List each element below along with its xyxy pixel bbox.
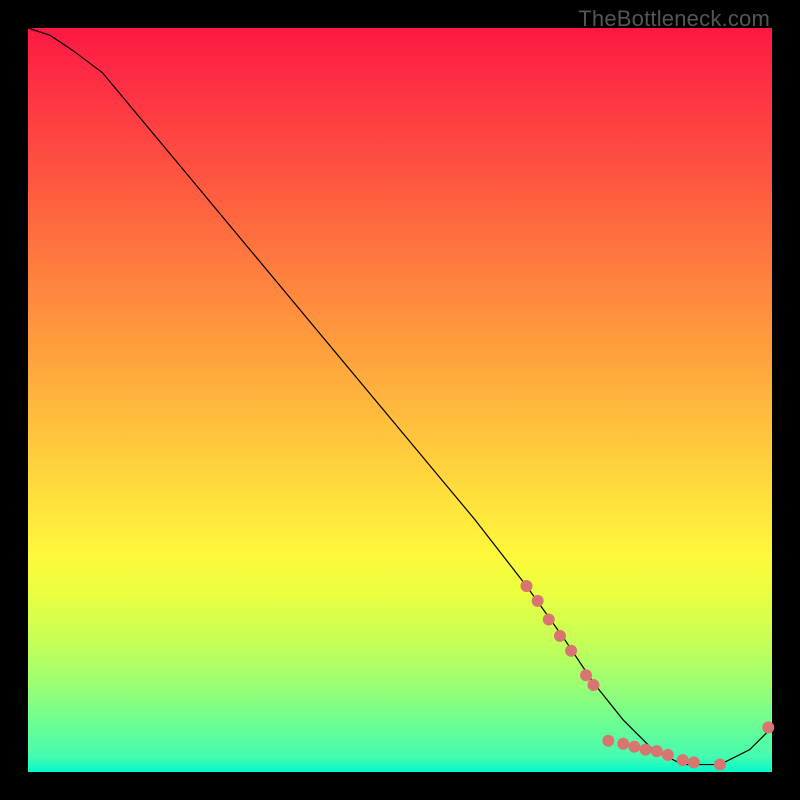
data-marker — [565, 645, 577, 657]
data-marker — [640, 744, 652, 756]
data-marker — [628, 741, 640, 753]
data-marker — [520, 580, 532, 592]
data-marker — [714, 759, 726, 771]
line-series — [28, 28, 772, 765]
data-marker — [651, 745, 663, 757]
chart-svg — [28, 28, 772, 772]
chart-container: TheBottleneck.com — [0, 0, 800, 800]
data-marker — [762, 721, 774, 733]
data-marker — [662, 749, 674, 761]
data-marker — [677, 754, 689, 766]
data-marker — [580, 669, 592, 681]
data-marker — [554, 630, 566, 642]
data-marker — [688, 756, 700, 768]
data-marker — [602, 735, 614, 747]
data-marker — [543, 613, 555, 625]
marker-group — [520, 580, 774, 771]
data-marker — [587, 679, 599, 691]
data-marker — [617, 738, 629, 750]
data-marker — [532, 595, 544, 607]
